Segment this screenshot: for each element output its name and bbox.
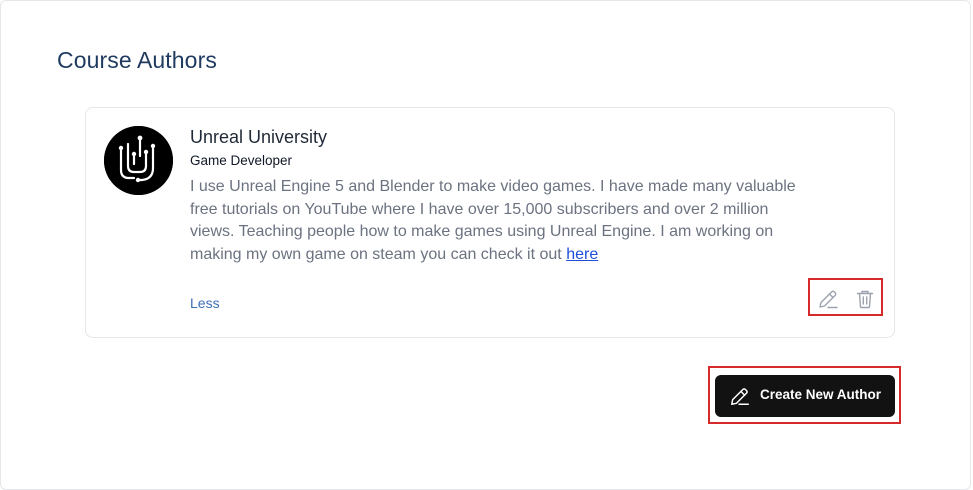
delete-author-button[interactable] bbox=[853, 287, 877, 311]
authors-panel: Course Authors Unreal University Game De… bbox=[0, 0, 971, 490]
edit-author-button[interactable] bbox=[816, 287, 840, 311]
author-name: Unreal University bbox=[190, 127, 328, 147]
create-new-author-button[interactable]: Create New Author bbox=[715, 375, 895, 417]
pencil-icon bbox=[731, 388, 749, 405]
unreal-university-logo-icon bbox=[104, 126, 173, 195]
trash-icon bbox=[856, 290, 874, 309]
author-actions-highlight bbox=[808, 278, 883, 316]
author-card: Unreal University Game Developer I use U… bbox=[85, 107, 895, 338]
author-bio: I use Unreal Engine 5 and Blender to mak… bbox=[190, 176, 802, 266]
create-author-highlight: Create New Author bbox=[708, 366, 901, 424]
section-title: Course Authors bbox=[57, 47, 217, 73]
create-new-author-label: Create New Author bbox=[760, 387, 882, 402]
bio-here-link[interactable]: here bbox=[566, 246, 598, 263]
pencil-icon bbox=[819, 290, 838, 309]
less-toggle-link[interactable]: Less bbox=[190, 295, 220, 311]
author-avatar bbox=[104, 126, 173, 195]
author-role: Game Developer bbox=[190, 153, 293, 168]
author-bio-text: I use Unreal Engine 5 and Blender to mak… bbox=[190, 178, 796, 263]
